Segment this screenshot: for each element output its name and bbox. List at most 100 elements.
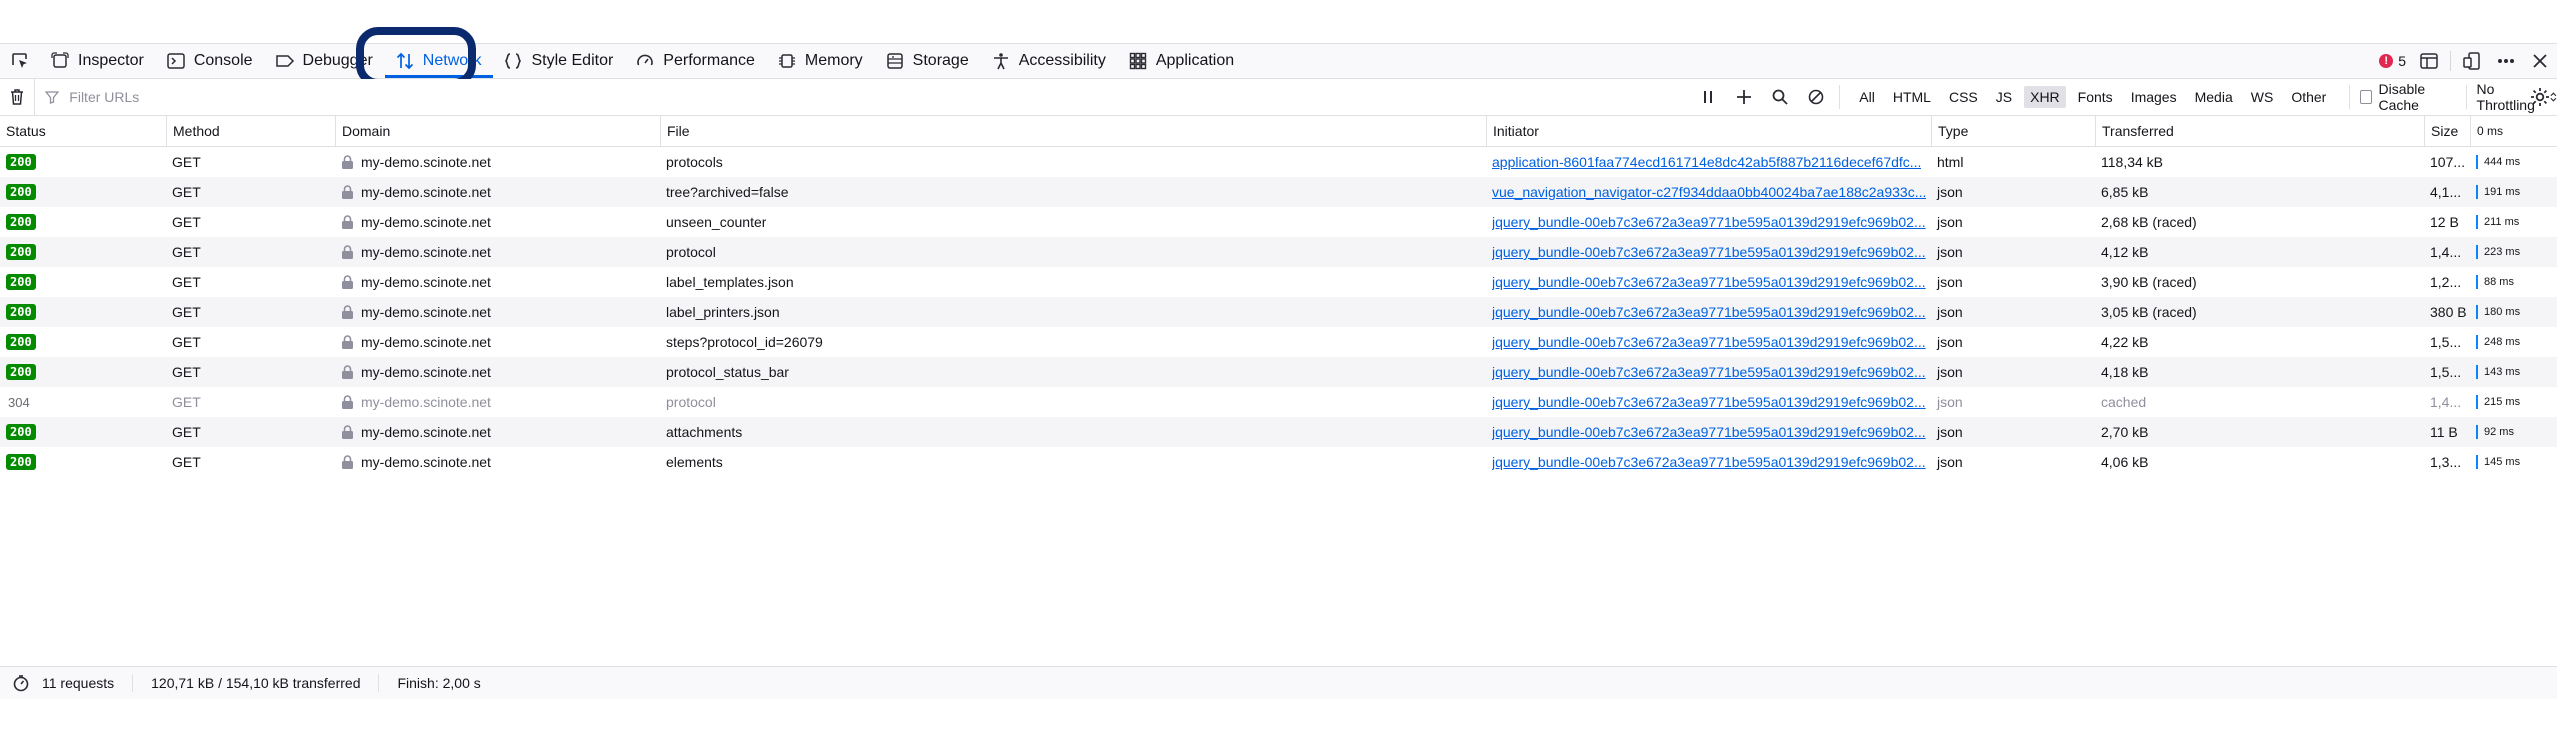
filter-type-media[interactable]: Media (2189, 86, 2239, 108)
tab-memory[interactable]: Memory (767, 44, 875, 78)
search-button[interactable] (1769, 86, 1791, 108)
filter-type-css[interactable]: CSS (1943, 86, 1984, 108)
type-text: json (1937, 304, 1963, 320)
cell-initiator: vue_navigation_navigator-c27f934ddaa0bb4… (1486, 177, 1931, 207)
tab-debugger[interactable]: Debugger (265, 44, 385, 78)
filter-type-fonts[interactable]: Fonts (2072, 86, 2119, 108)
more-options-button[interactable] (2489, 44, 2523, 78)
error-count-badge[interactable]: ! 5 (2379, 53, 2406, 69)
pause-button[interactable] (1697, 86, 1719, 108)
cell-status: 200 (0, 417, 166, 447)
lock-icon (342, 185, 353, 199)
initiator-link[interactable]: jquery_bundle-00eb7c3e672a3ea9771be595a0… (1492, 214, 1926, 230)
cell-domain: my-demo.scinote.net (335, 417, 660, 447)
cell-method: GET (166, 447, 335, 477)
tab-inspector[interactable]: Inspector (40, 44, 156, 78)
column-header-transferred[interactable]: Transferred (2095, 116, 2424, 146)
initiator-link[interactable]: jquery_bundle-00eb7c3e672a3ea9771be595a0… (1492, 334, 1926, 350)
element-picker-button[interactable] (0, 44, 40, 78)
disable-cache-checkbox[interactable] (2360, 90, 2373, 104)
column-header-status[interactable]: Status (0, 116, 166, 146)
filter-type-other[interactable]: Other (2285, 86, 2332, 108)
add-request-button[interactable] (1733, 86, 1755, 108)
responsive-design-button[interactable] (2455, 44, 2489, 78)
filter-urls-input[interactable] (67, 88, 972, 106)
error-count: 5 (2398, 53, 2406, 69)
performance-analysis-button[interactable] (10, 672, 32, 694)
tab-accessibility[interactable]: Accessibility (981, 44, 1118, 78)
column-header-type[interactable]: Type (1931, 116, 2095, 146)
cell-status: 200 (0, 447, 166, 477)
status-badge: 200 (6, 244, 36, 260)
filter-type-xhr[interactable]: XHR (2024, 86, 2066, 108)
initiator-link[interactable]: jquery_bundle-00eb7c3e672a3ea9771be595a0… (1492, 364, 1926, 380)
table-row[interactable]: 304 GET my-demo.scinote.net protocol jquery_… (0, 387, 2557, 417)
application-icon (1128, 51, 1148, 71)
tab-storage[interactable]: Storage (875, 44, 981, 78)
cell-type: json (1931, 447, 2095, 477)
initiator-link[interactable]: jquery_bundle-00eb7c3e672a3ea9771be595a0… (1492, 274, 1926, 290)
table-row[interactable]: 200 GET my-demo.scinote.net attachments jque… (0, 417, 2557, 447)
waterfall-bar (2476, 245, 2478, 259)
column-header-method[interactable]: Method (166, 116, 335, 146)
filter-type-js[interactable]: JS (1990, 86, 2018, 108)
tab-console[interactable]: Console (156, 44, 265, 78)
table-row[interactable]: 200 GET my-demo.scinote.net protocols applic… (0, 147, 2557, 177)
table-row[interactable]: 200 GET my-demo.scinote.net protocol_status… (0, 357, 2557, 387)
filter-icon (45, 91, 60, 104)
lock-icon (342, 395, 353, 409)
table-row[interactable]: 200 GET my-demo.scinote.net protocol jquery_… (0, 237, 2557, 267)
cell-status: 200 (0, 147, 166, 177)
timing-text: 444 ms (2484, 156, 2521, 168)
column-header-size[interactable]: Size (2424, 116, 2470, 146)
table-row[interactable]: 200 GET my-demo.scinote.net label_printers.… (0, 297, 2557, 327)
column-header-waterfall[interactable]: 0 ms (2470, 116, 2557, 146)
filter-type-ws[interactable]: WS (2245, 86, 2280, 108)
block-requests-button[interactable] (1805, 86, 1827, 108)
filter-type-html[interactable]: HTML (1887, 86, 1937, 108)
block-icon (1808, 89, 1824, 105)
method-text: GET (172, 334, 201, 350)
tab-style-editor[interactable]: Style Editor (493, 44, 625, 78)
timing-text: 145 ms (2484, 456, 2521, 468)
tab-application[interactable]: Application (1118, 44, 1246, 78)
cell-type: json (1931, 327, 2095, 357)
filter-type-images[interactable]: Images (2125, 86, 2183, 108)
status-badge: 200 (6, 454, 36, 470)
cell-domain: my-demo.scinote.net (335, 387, 660, 417)
disable-cache-toggle[interactable]: Disable Cache (2349, 81, 2455, 113)
filter-type-all[interactable]: All (1853, 86, 1881, 108)
table-row[interactable]: 200 GET my-demo.scinote.net unseen_counter j… (0, 207, 2557, 237)
column-header-file[interactable]: File (660, 116, 1486, 146)
initiator-link[interactable]: application-8601faa774ecd161714e8dc42ab5… (1492, 154, 1921, 170)
status-badge: 200 (6, 334, 36, 350)
initiator-link[interactable]: jquery_bundle-00eb7c3e672a3ea9771be595a0… (1492, 424, 1926, 440)
cell-waterfall: 88 ms (2470, 267, 2557, 297)
cell-size: 1,5... (2424, 327, 2470, 357)
column-header-domain[interactable]: Domain (335, 116, 660, 146)
clear-requests-button[interactable] (0, 79, 36, 115)
initiator-link[interactable]: jquery_bundle-00eb7c3e672a3ea9771be595a0… (1492, 394, 1926, 410)
cell-domain: my-demo.scinote.net (335, 327, 660, 357)
table-row[interactable]: 200 GET my-demo.scinote.net label_templates… (0, 267, 2557, 297)
timing-text: 211 ms (2484, 216, 2520, 228)
table-row[interactable]: 200 GET my-demo.scinote.net steps?protocol_… (0, 327, 2557, 357)
table-row[interactable]: 200 GET my-demo.scinote.net elements jquery_… (0, 447, 2557, 477)
initiator-link[interactable]: jquery_bundle-00eb7c3e672a3ea9771be595a0… (1492, 454, 1926, 470)
network-settings-button[interactable] (2529, 86, 2551, 108)
close-devtools-button[interactable] (2523, 44, 2557, 78)
cell-file: elements (660, 447, 1486, 477)
cell-type: json (1931, 177, 2095, 207)
split-console-button[interactable] (2412, 44, 2446, 78)
tab-performance[interactable]: Performance (625, 44, 767, 78)
cell-domain: my-demo.scinote.net (335, 297, 660, 327)
column-header-initiator[interactable]: Initiator (1486, 116, 1931, 146)
initiator-link[interactable]: jquery_bundle-00eb7c3e672a3ea9771be595a0… (1492, 244, 1926, 260)
waterfall-bar (2476, 455, 2478, 469)
toolbar-separator (2450, 51, 2451, 71)
table-row[interactable]: 200 GET my-demo.scinote.net tree?archived=f… (0, 177, 2557, 207)
tab-network[interactable]: Network (384, 44, 494, 78)
initiator-link[interactable]: jquery_bundle-00eb7c3e672a3ea9771be595a0… (1492, 304, 1926, 320)
initiator-link[interactable]: vue_navigation_navigator-c27f934ddaa0bb4… (1492, 184, 1926, 200)
cell-file: protocol (660, 237, 1486, 267)
